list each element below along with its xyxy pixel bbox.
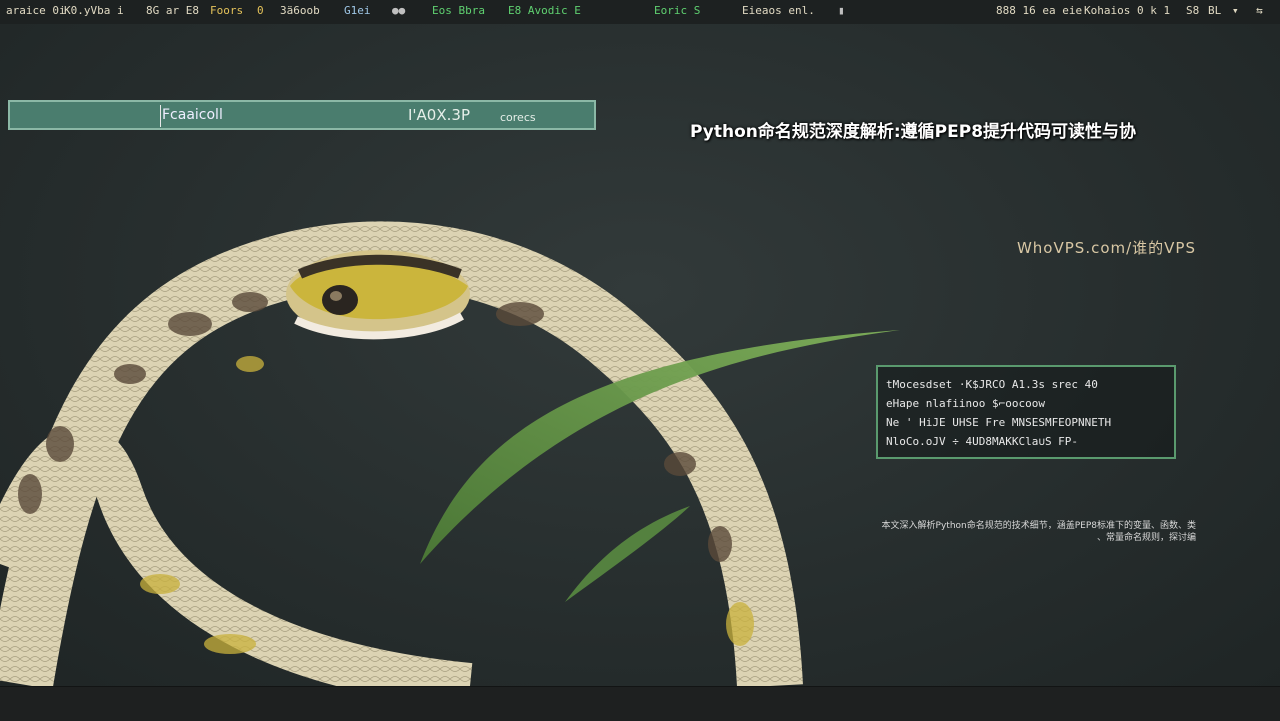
topbar-item[interactable]: araice 0i	[6, 4, 66, 17]
snake-head	[286, 250, 470, 340]
topbar-item[interactable]: ●●	[392, 4, 405, 17]
leaf-small	[565, 506, 690, 602]
page-title: Python命名规范深度解析:遵循PEP8提升代码可读性与协	[690, 122, 1137, 142]
search-meta: I'A0X.3P	[408, 106, 470, 124]
topbar-item[interactable]: Eos Bbra	[432, 4, 485, 17]
top-menu-bar: araice 0i K0.yVba i 8G ar E8 Foors 0 3ä6…	[0, 0, 1280, 25]
topbar-item[interactable]: 888 16 ea eie	[996, 4, 1082, 17]
search-meta-unit: corecs	[500, 111, 536, 124]
summary-line: 本文深入解析Python命名规范的技术细节，涵盖PEP8标准下的变量、函数、类	[881, 521, 1196, 531]
topbar-item[interactable]: 0	[257, 4, 264, 17]
topbar-item[interactable]: S8	[1186, 4, 1199, 17]
swap-icon[interactable]: ⇆	[1256, 4, 1263, 17]
topbar-item[interactable]: 3ä6oob	[280, 4, 320, 17]
text-cursor	[160, 105, 161, 127]
chevron-down-icon[interactable]: ▾	[1232, 4, 1239, 17]
topbar-item[interactable]: Eieaos enl.	[742, 4, 815, 17]
info-line: Ne ' HiJE UHSE Fre MNSESMFEOPNNETH	[886, 416, 1112, 429]
topbar-item[interactable]: ▮	[838, 4, 845, 17]
search-box[interactable]: I'A0X.3P corecs	[8, 100, 596, 130]
topbar-item[interactable]: E8 Avodic E	[508, 4, 581, 17]
topbar-item[interactable]: BL	[1208, 4, 1221, 17]
info-line: NloCo.oJV ÷ 4UD8MAKKCla∪S FP-	[886, 435, 1079, 448]
info-panel: tMocesdset ·K$JRCO A1.3s srec 40 eHape n…	[876, 365, 1176, 459]
info-line: tMocesdset ·K$JRCO A1.3s srec 40	[886, 378, 1098, 391]
search-input[interactable]	[162, 105, 392, 125]
topbar-item[interactable]: G1ei	[344, 4, 371, 17]
bottom-bar	[0, 686, 1280, 721]
topbar-item[interactable]: K0.yVba i	[64, 4, 124, 17]
topbar-item[interactable]: Eoric S	[654, 4, 700, 17]
article-summary: 本文深入解析Python命名规范的技术细节，涵盖PEP8标准下的变量、函数、类 …	[800, 520, 1196, 544]
topbar-item[interactable]: Kohaios 0 k 1	[1084, 4, 1170, 17]
topbar-item[interactable]: Foors	[210, 4, 243, 17]
site-name-link[interactable]: WhoVPS.com/谁的VPS	[860, 237, 1196, 258]
info-line: eHape nlafiinoo $⌐oocoow	[886, 397, 1045, 410]
topbar-item[interactable]: 8G ar E8	[146, 4, 199, 17]
summary-line: 、常量命名规则，探讨编	[1096, 533, 1196, 543]
